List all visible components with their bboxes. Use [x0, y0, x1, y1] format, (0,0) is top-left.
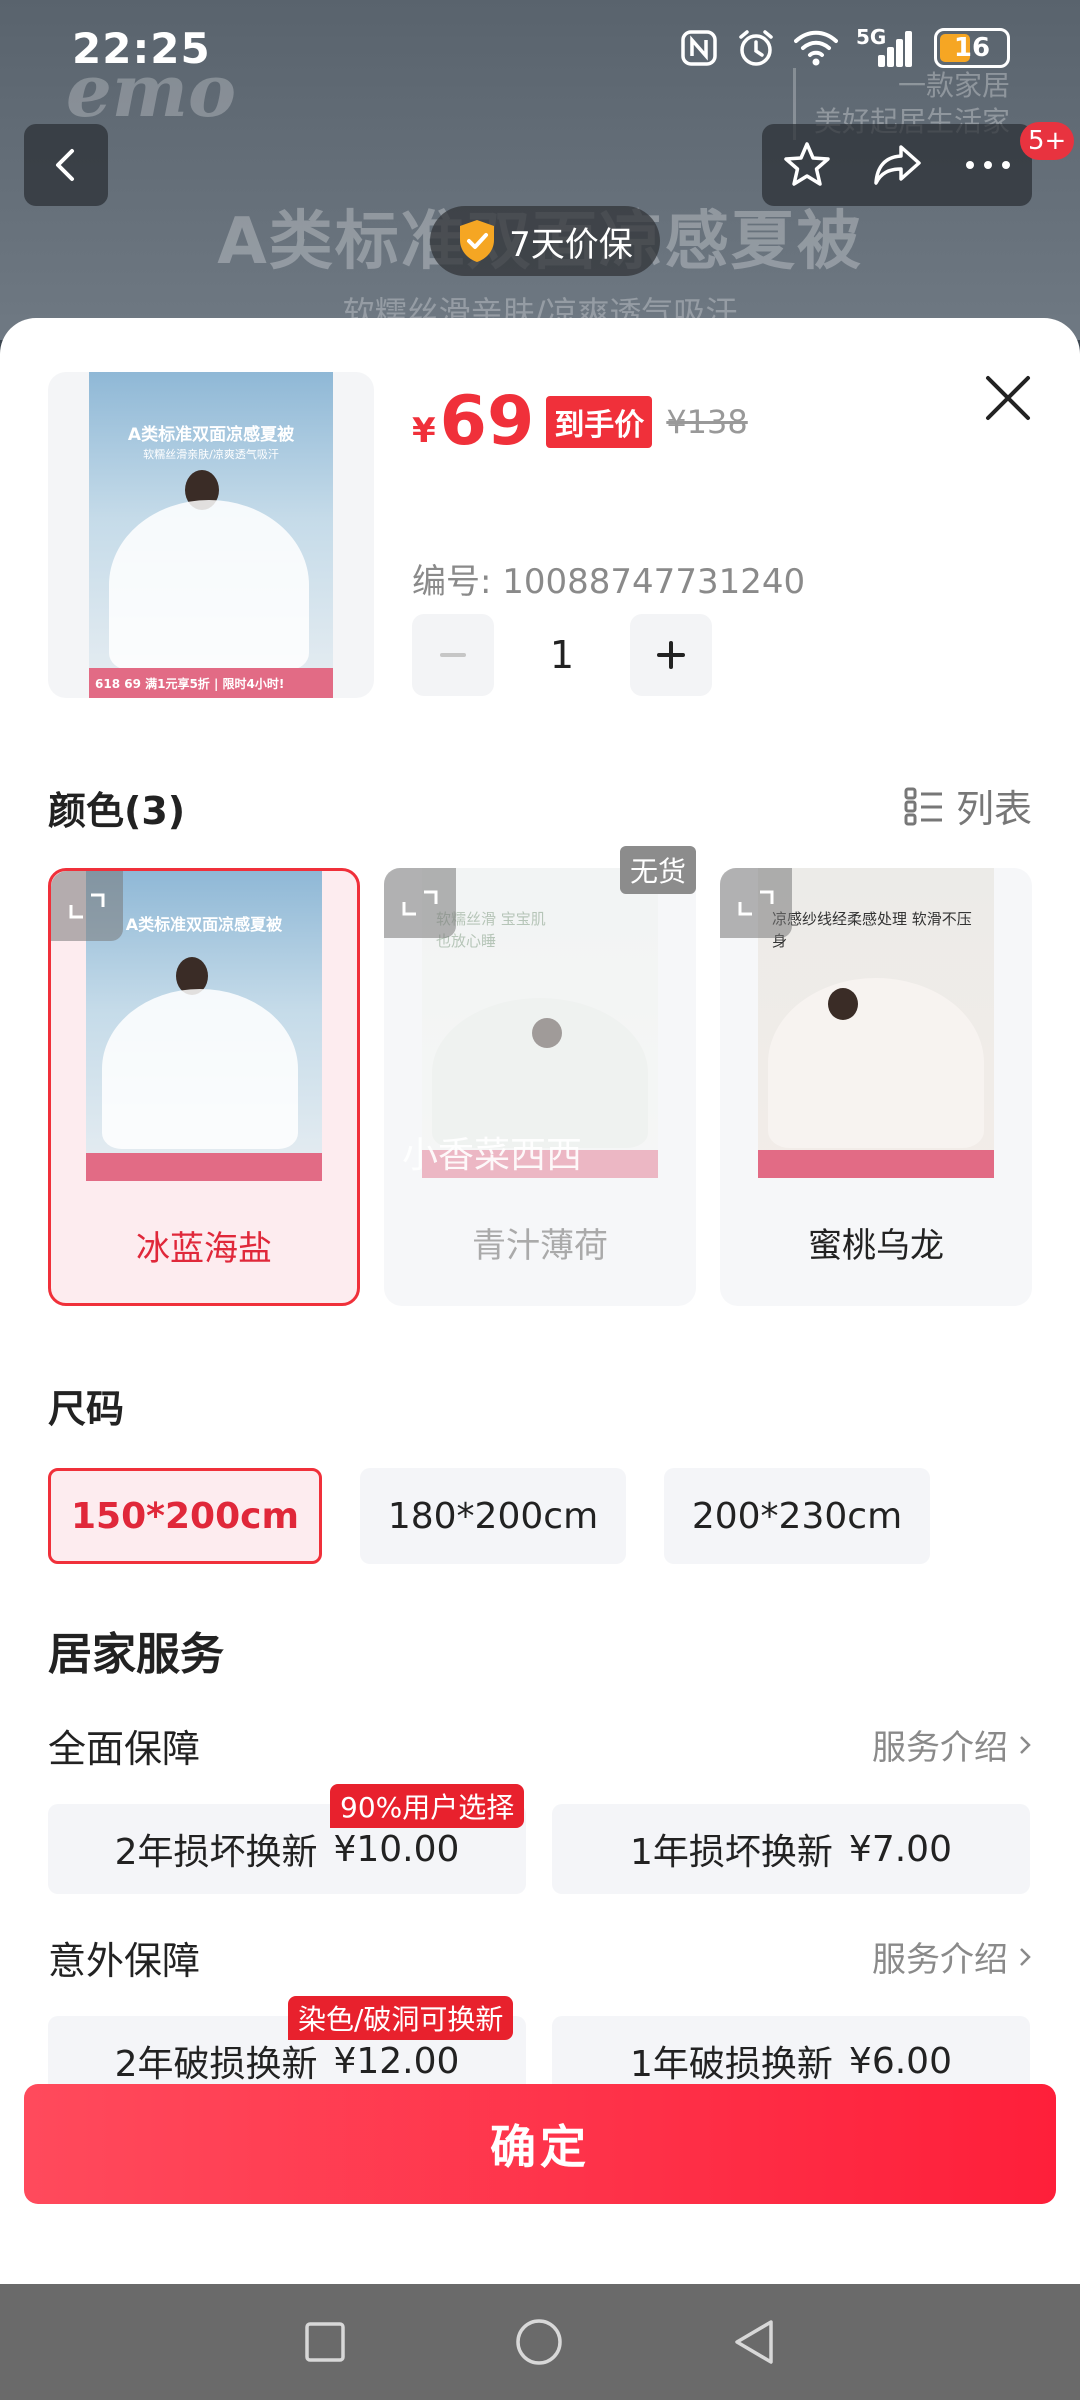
popular-choice-tag: 90%用户选择 [330, 1784, 525, 1828]
color-section-title: 颜色(3) [48, 789, 186, 833]
service-option-name: 2年损坏换新 [114, 1832, 318, 1873]
price-guarantee-label: 7天价保 [509, 224, 633, 265]
plus-icon [657, 641, 685, 669]
final-price-tag: 到手价 [546, 395, 653, 448]
color-option-green-mint[interactable]: 软糯丝滑 宝宝肌也放心睡 无货 小香菜西西 青汁薄荷 [384, 846, 696, 1306]
size-option-150x200[interactable]: 150*200cm [48, 1468, 322, 1564]
full-protection-title: 全面保障 [48, 1727, 201, 1771]
price-guarantee-pill[interactable]: 7天价保 [430, 206, 660, 276]
size-option-200x230[interactable]: 200*230cm [664, 1468, 930, 1564]
sku-selection-sheet: A类标准双面凉感夏被 软糯丝滑亲肤/凉爽透气吸汗 618 69 满1元享5折 |… [0, 318, 1080, 2284]
star-icon[interactable] [781, 139, 833, 191]
expand-icon [69, 893, 105, 919]
service-option-price: ¥6.00 [848, 2040, 952, 2082]
color-poster-text: 凉感纱线经柔感处理 软滑不压身 [772, 910, 972, 950]
recent-apps-icon[interactable] [303, 2320, 347, 2364]
service-option-price: ¥12.00 [333, 2040, 460, 2082]
signal-icon: 5G [856, 25, 916, 67]
poster-subtitle: 软糯丝滑亲肤/凉爽透气吸汗 [143, 448, 279, 461]
service-option-name: 2年破损换新 [114, 2044, 318, 2085]
service-intro-label: 服务介绍 [872, 1728, 1008, 1768]
accident-protection-title: 意外保障 [48, 1939, 201, 1983]
product-thumbnail[interactable]: A类标准双面凉感夏被 软糯丝滑亲肤/凉爽透气吸汗 618 69 满1元享5折 |… [48, 372, 374, 698]
nfc-icon [681, 30, 717, 66]
out-of-stock-badge: 无货 [619, 846, 696, 894]
final-price: 69 [439, 382, 535, 461]
color-option-label: 冰蓝海盐 [136, 1228, 272, 1269]
system-navigation-bar [0, 2284, 1080, 2400]
original-price: ¥138 [666, 402, 748, 441]
expand-image-button[interactable] [384, 868, 456, 938]
quantity-stepper: 1 [412, 614, 712, 696]
service-option-price: ¥7.00 [848, 1828, 952, 1870]
network-type: 5G [856, 25, 887, 49]
expand-icon [738, 890, 774, 916]
more-icon[interactable] [963, 158, 1013, 172]
back-triangle-icon[interactable] [731, 2317, 777, 2367]
accident-protection-intro-link[interactable]: 服务介绍 [872, 1932, 1032, 1981]
quantity-value[interactable]: 1 [494, 633, 630, 677]
alarm-icon [739, 30, 773, 66]
service-intro-label: 服务介绍 [872, 1940, 1008, 1980]
price-row: ¥ 69 到手价 ¥138 [412, 382, 748, 461]
list-icon [904, 787, 942, 825]
back-button[interactable] [24, 124, 108, 206]
service-option-price: ¥10.00 [333, 1828, 460, 1870]
chevron-left-icon [56, 149, 74, 181]
home-icon[interactable] [514, 2317, 564, 2367]
watermark-text: 小香菜西西 [402, 1135, 583, 1176]
size-option-180x200[interactable]: 180*200cm [360, 1468, 626, 1564]
color-option-ice-blue[interactable]: A类标准双面凉感夏被 冰蓝海盐 [48, 868, 360, 1306]
color-option-label: 青汁薄荷 [472, 1225, 608, 1266]
home-service-title: 居家服务 [48, 1629, 224, 1680]
message-badge: 5+ [1020, 122, 1075, 160]
chevron-right-icon [1020, 1735, 1031, 1754]
expand-image-button[interactable] [51, 871, 123, 941]
poster-promo-strip: 618 69 满1元享5折 | 限时4小时! [89, 668, 333, 698]
chevron-right-icon [1020, 1947, 1031, 1966]
share-icon[interactable] [871, 139, 925, 191]
top-actions [762, 124, 1032, 206]
sku-number: 编号: 10088747731240 [412, 562, 806, 602]
status-time: 22:25 [72, 24, 211, 73]
list-view-label: 列表 [955, 787, 1032, 831]
wifi-icon [794, 30, 838, 66]
battery-level: 16 [953, 33, 991, 63]
confirm-button[interactable]: 确定 [24, 2084, 1056, 2204]
increase-quantity-button[interactable] [630, 614, 712, 696]
poster-title: A类标准双面凉感夏被 [127, 425, 295, 445]
list-view-toggle[interactable]: 列表 [904, 778, 1032, 833]
service-option-name: 1年损坏换新 [630, 1832, 833, 1873]
close-icon[interactable] [980, 370, 1036, 426]
color-option-label: 蜜桃乌龙 [808, 1225, 944, 1266]
battery-icon: 16 [934, 28, 1010, 68]
confirm-bar: 确定 [0, 2084, 1080, 2284]
price-currency: ¥ [412, 410, 436, 451]
status-bar: 22:25 5G 16 [0, 0, 1080, 100]
product-poster-image: A类标准双面凉感夏被 软糯丝滑亲肤/凉爽透气吸汗 618 69 满1元享5折 |… [89, 372, 333, 698]
full-protection-intro-link[interactable]: 服务介绍 [872, 1720, 1032, 1769]
service-option-name: 1年破损换新 [630, 2044, 833, 2085]
size-section-title: 尺码 [48, 1387, 125, 1431]
color-option-peach-oolong[interactable]: 凉感纱线经柔感处理 软滑不压身 蜜桃乌龙 [720, 868, 1032, 1306]
status-icons: 5G 16 [680, 25, 1010, 68]
expand-image-button[interactable] [720, 868, 792, 938]
minus-icon [440, 653, 466, 657]
decrease-quantity-button[interactable] [412, 614, 494, 696]
expand-icon [402, 890, 438, 916]
service-option-1yr-damage[interactable]: 1年损坏换新 ¥7.00 [552, 1804, 1030, 1894]
stain-hole-replace-tag: 染色/破洞可换新 [288, 1996, 514, 2040]
shield-check-icon [460, 220, 495, 262]
